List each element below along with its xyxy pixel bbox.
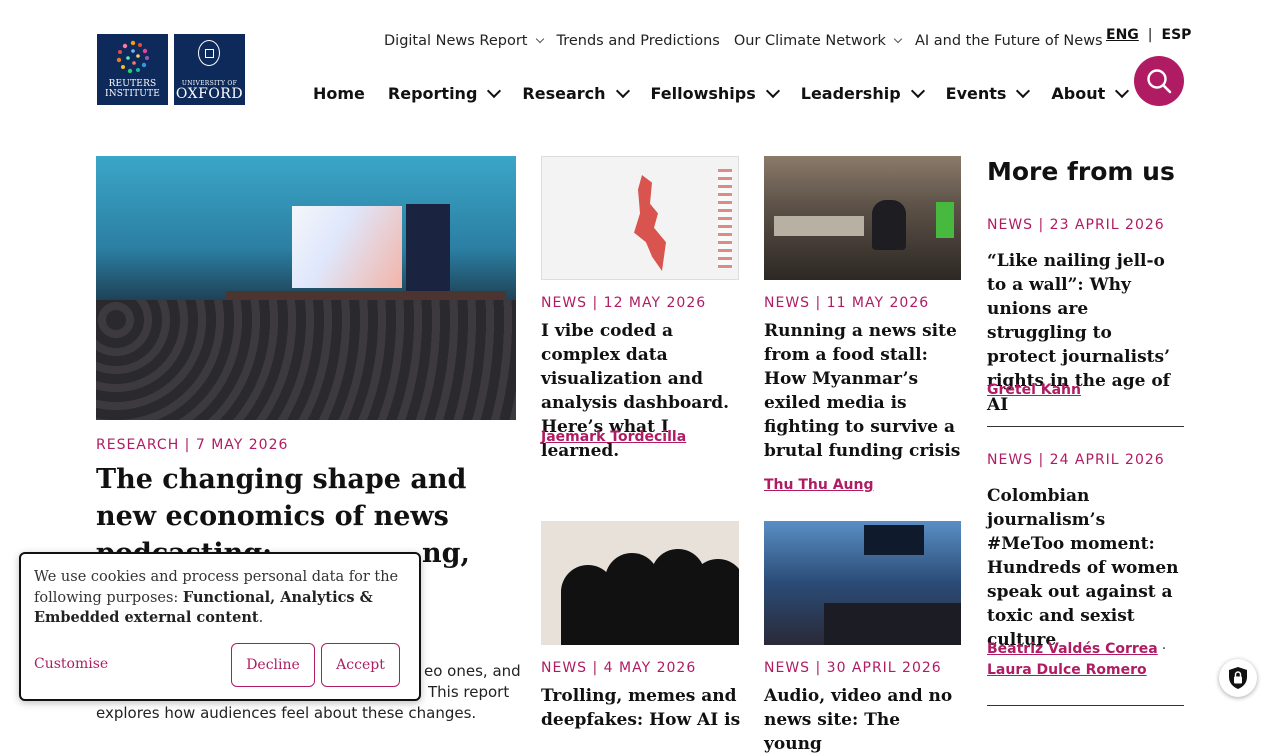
nav-label: Fellowships [650,84,756,103]
oxford-university-logo[interactable]: UNIVERSITY OF OXFORD [174,34,245,105]
article-title[interactable]: Trolling, memes and deepfakes: How AI is [541,684,741,732]
table-graphic [774,216,864,236]
main-navigation: Home Reporting Research Fellowships Lead… [313,83,1150,103]
chevron-down-icon [1115,83,1130,99]
chevron-down-icon [893,34,903,44]
chevron-down-icon [1016,83,1031,99]
nav-about[interactable]: About [1051,83,1130,103]
language-separator: | [1147,27,1153,43]
nav-fellowships[interactable]: Fellowships [650,83,780,103]
nav-leadership[interactable]: Leadership [800,83,925,103]
topnav-label: Trends and Predictions [556,33,720,49]
topnav-our-climate-network[interactable]: Our Climate Network [733,33,903,49]
cookie-text: . [258,610,264,626]
nav-reporting[interactable]: Reporting [387,83,502,103]
article-meta: NEWS | 23 APRIL 2026 [987,217,1165,233]
topnav-label: AI and the Future of News [914,33,1103,49]
article-meta: RESEARCH | 7 MAY 2026 [96,437,289,453]
reuters-institute-logo[interactable]: REUTERS INSTITUTE [97,34,168,105]
chevron-down-icon [487,83,502,99]
hero-excerpt-tail: This report [428,683,510,701]
article-image-women[interactable] [541,521,739,645]
nav-home[interactable]: Home [313,84,365,103]
article-image-panel[interactable] [764,521,961,645]
divider [987,426,1184,427]
search-button[interactable] [1134,56,1184,106]
article-meta: NEWS | 24 APRIL 2026 [987,452,1165,468]
more-from-us-heading: More from us [987,157,1175,186]
logo-text: INSTITUTE [104,89,161,99]
decline-button[interactable]: Decline [231,643,315,687]
logo-text: REUTERS [108,79,157,89]
topnav-label: Digital News Report [384,33,528,49]
customise-link[interactable]: Customise [34,656,108,672]
topnav-digital-news-report[interactable]: Digital News Report [384,33,544,49]
privacy-settings-button[interactable] [1219,659,1257,697]
figure-graphic [691,559,739,645]
stage-screen-graphic [292,206,402,288]
nav-label: About [1051,84,1106,103]
logo-text: OXFORD [175,86,244,102]
oxford-crest-icon [198,40,220,66]
hero-excerpt: explores how audiences feel about these … [96,704,477,722]
article-meta: NEWS | 11 MAY 2026 [764,295,930,311]
chair-graphic [936,202,954,238]
cookie-message: We use cookies and process personal data… [34,567,404,629]
topnav-ai-future-of-news[interactable]: AI and the Future of News [915,33,1103,49]
article-author[interactable]: Laura Dulce Romero [987,662,1147,678]
audience-graphic [96,300,516,420]
article-image-food-stall[interactable] [764,156,961,280]
screen-graphic [864,525,924,555]
stage-screen-graphic [406,204,450,300]
nav-research[interactable]: Research [522,83,630,103]
chevron-down-icon [615,83,630,99]
article-image-dashboard[interactable] [541,156,739,280]
article-meta: NEWS | 12 MAY 2026 [541,295,707,311]
map-graphic [634,175,666,271]
author-separator: · [1161,641,1167,657]
person-graphic [872,200,906,250]
legend-graphic [718,169,732,269]
chevron-down-icon [910,83,925,99]
chevron-down-icon [765,83,780,99]
article-meta: NEWS | 4 MAY 2026 [541,660,697,676]
article-meta: NEWS | 30 APRIL 2026 [764,660,942,676]
nav-label: Reporting [387,84,478,103]
hero-excerpt-tail: eo ones, and [424,662,521,680]
nav-label: Research [522,84,606,103]
language-switcher: ENG | ESP [1106,27,1191,43]
nav-label: Home [313,84,365,103]
article-authors: Beatriz Valdés Correa · Laura Dulce Romer… [987,639,1166,681]
article-title[interactable]: Colombian journalism’s #MeToo moment: Hu… [987,484,1184,652]
accept-button[interactable]: Accept [321,643,400,687]
hero-article-image[interactable] [96,156,516,420]
nav-events[interactable]: Events [945,83,1031,103]
chevron-down-icon [535,34,544,44]
language-eng-link[interactable]: ENG [1106,27,1139,43]
article-author[interactable]: Beatriz Valdés Correa [987,641,1158,657]
article-title[interactable]: Running a news site from a food stall: H… [764,319,962,463]
article-author[interactable]: Gretel Kahn [987,382,1081,398]
article-author[interactable]: Thu Thu Aung [764,477,874,493]
topnav-trends-and-predictions[interactable]: Trends and Predictions [557,33,720,49]
top-navigation: Digital News Report Trends and Predictio… [384,33,1117,49]
hero-article-title-tail: ng, [422,538,470,569]
article-title[interactable]: Audio, video and no news site: The young [764,684,962,756]
stage-graphic [824,603,961,645]
nav-label: Leadership [800,84,901,103]
divider [987,705,1184,706]
reuters-dots-icon [116,40,149,74]
privacy-lock-icon [1229,667,1247,689]
language-esp-link[interactable]: ESP [1162,27,1192,43]
cookie-consent-banner: We use cookies and process personal data… [19,552,421,701]
article-author[interactable]: Jaemark Tordecilla [541,429,686,445]
search-icon [1147,69,1172,94]
nav-label: Events [945,84,1007,103]
topnav-label: Our Climate Network [733,33,886,49]
